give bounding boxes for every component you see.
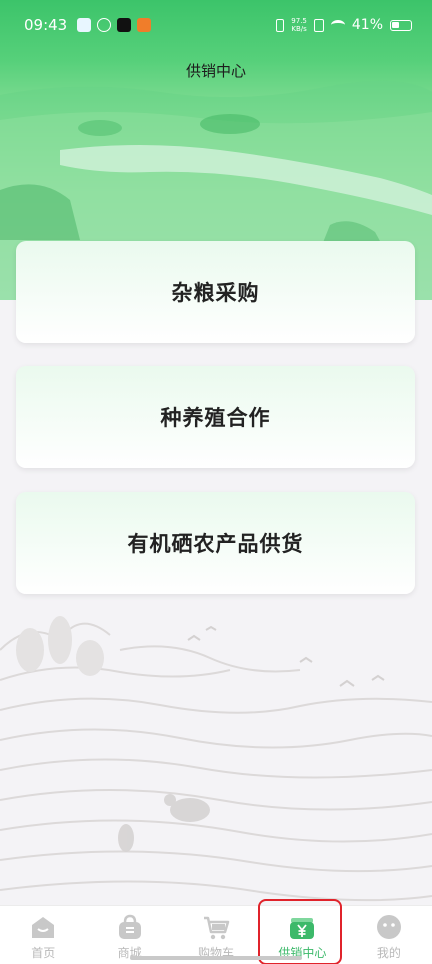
app-orange-icon [137,18,152,32]
no-sim-icon [313,18,324,32]
tab-profile[interactable]: 我的 [346,906,432,964]
terrace-landscape-illustration [0,616,432,902]
network-speed-value: 97.5 [291,17,307,25]
battery-percent: 41% [351,17,383,33]
home-indicator[interactable] [130,956,302,960]
network-speed-unit: KB/s [291,25,307,33]
page-title: 供销中心 [185,62,246,80]
network-speed: 97.5 KB/s [291,17,307,33]
farming-cooperation-button[interactable]: 种养殖合作 [16,366,415,468]
status-bar: 09:43 97.5 KB/s 41% [0,0,432,50]
card-label: 种养殖合作 [160,406,271,430]
grain-procurement-button[interactable]: 杂粮采购 [16,241,415,343]
card-label: 有机硒农产品供货 [127,532,304,556]
tiktok-icon [117,18,132,32]
wechat-icon [97,18,112,32]
selenium-produce-supply-button[interactable]: 有机硒农产品供货 [16,492,415,594]
profile-icon [376,915,401,939]
home-icon [32,917,55,938]
vibrate-icon [276,18,285,32]
battery-icon [390,19,412,31]
wifi-icon [330,20,345,30]
active-tab-highlight [258,899,342,964]
tab-home[interactable]: 首页 [0,906,86,964]
card-label: 杂粮采购 [171,281,260,305]
shopping-bag-icon [118,914,141,939]
tab-label: 首页 [31,946,56,960]
app-notification-icon [77,18,92,32]
status-time: 09:43 [24,16,68,34]
tab-label: 我的 [376,946,401,960]
cart-icon [204,916,230,940]
